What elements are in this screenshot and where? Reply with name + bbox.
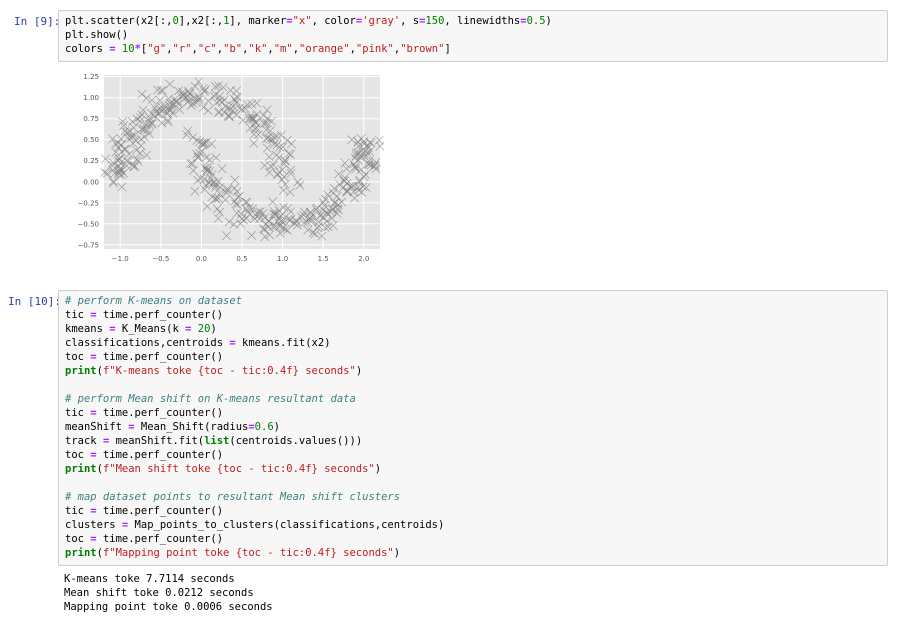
y-tick-label: −0.75	[78, 241, 99, 249]
scatter-plot-output: −1.0 −0.5 0.0 0.5 1.0 1.5 2.0 1.25 1.00 0.75 0.50 0…	[60, 61, 390, 274]
x-tick-label: 1.5	[318, 255, 329, 263]
cell-prompt: In [9]:	[14, 15, 61, 28]
x-tick-label: 2.0	[358, 255, 369, 263]
cell-prompt: In [10]:	[8, 295, 61, 308]
x-tick-label: 1.0	[277, 255, 288, 263]
y-tick-label: −0.50	[78, 220, 99, 228]
code-line: toc = time.perf_counter()	[65, 351, 224, 363]
y-tick-label: 0.75	[83, 115, 99, 123]
code-line: tic = time.perf_counter()	[65, 407, 224, 419]
y-tick-label: 1.00	[83, 94, 99, 102]
x-tick-label: 0.0	[196, 255, 207, 263]
code-line: plt.scatter(x2[:,0],x2[:,1], marker="x",…	[65, 15, 552, 27]
code-cell[interactable]: # perform K-means on dataset tic = time.p…	[58, 290, 888, 566]
code-line: plt.show()	[65, 29, 129, 41]
code-line: print(f"Mapping point toke {toc - tic:0.…	[65, 547, 401, 559]
stdout-output: K-means toke 7.7114 seconds Mean shift t…	[64, 573, 273, 613]
code-line: toc = time.perf_counter()	[65, 533, 224, 545]
code-editor[interactable]: plt.scatter(x2[:,0],x2[:,1], marker="x",…	[65, 14, 552, 56]
code-line: classifications,centroids = kmeans.fit(x…	[65, 337, 331, 349]
code-line: tic = time.perf_counter()	[65, 505, 224, 517]
code-line: track = meanShift.fit(list(centroids.val…	[65, 435, 363, 447]
x-tick-label: −1.0	[112, 255, 129, 263]
code-line: clusters = Map_points_to_clusters(classi…	[65, 519, 445, 531]
code-line: # perform Mean shift on K-means resultan…	[65, 393, 356, 405]
x-tick-label: −0.5	[152, 255, 169, 263]
code-line: kmeans = K_Means(k = 20)	[65, 323, 217, 335]
code-editor[interactable]: # perform K-means on dataset tic = time.p…	[65, 294, 444, 560]
code-line: # map dataset points to resultant Mean s…	[65, 491, 401, 503]
y-tick-label: −0.25	[78, 199, 99, 207]
x-tick-label: 0.5	[236, 255, 247, 263]
y-tick-label: 1.25	[83, 73, 99, 81]
code-line: toc = time.perf_counter()	[65, 449, 224, 461]
code-line: # perform K-means on dataset	[65, 295, 243, 307]
scatter-plot: −1.0 −0.5 0.0 0.5 1.0 1.5 2.0 1.25 1.00 0.75 0.50 0…	[78, 61, 385, 263]
code-line: tic = time.perf_counter()	[65, 309, 224, 321]
y-tick-label: 0.25	[83, 157, 99, 165]
code-line: print(f"K-means toke {toc - tic:0.4f} se…	[65, 365, 363, 377]
code-line: colors = 10*["g","r","c","b","k","m","or…	[65, 43, 451, 55]
code-cell[interactable]: plt.scatter(x2[:,0],x2[:,1], marker="x",…	[58, 10, 888, 62]
code-line: meanShift = Mean_Shift(radius=0.6)	[65, 421, 280, 433]
code-line: print(f"Mean shift toke {toc - tic:0.4f}…	[65, 463, 382, 475]
y-tick-label: 0.50	[83, 136, 99, 144]
y-tick-label: 0.00	[83, 178, 99, 186]
